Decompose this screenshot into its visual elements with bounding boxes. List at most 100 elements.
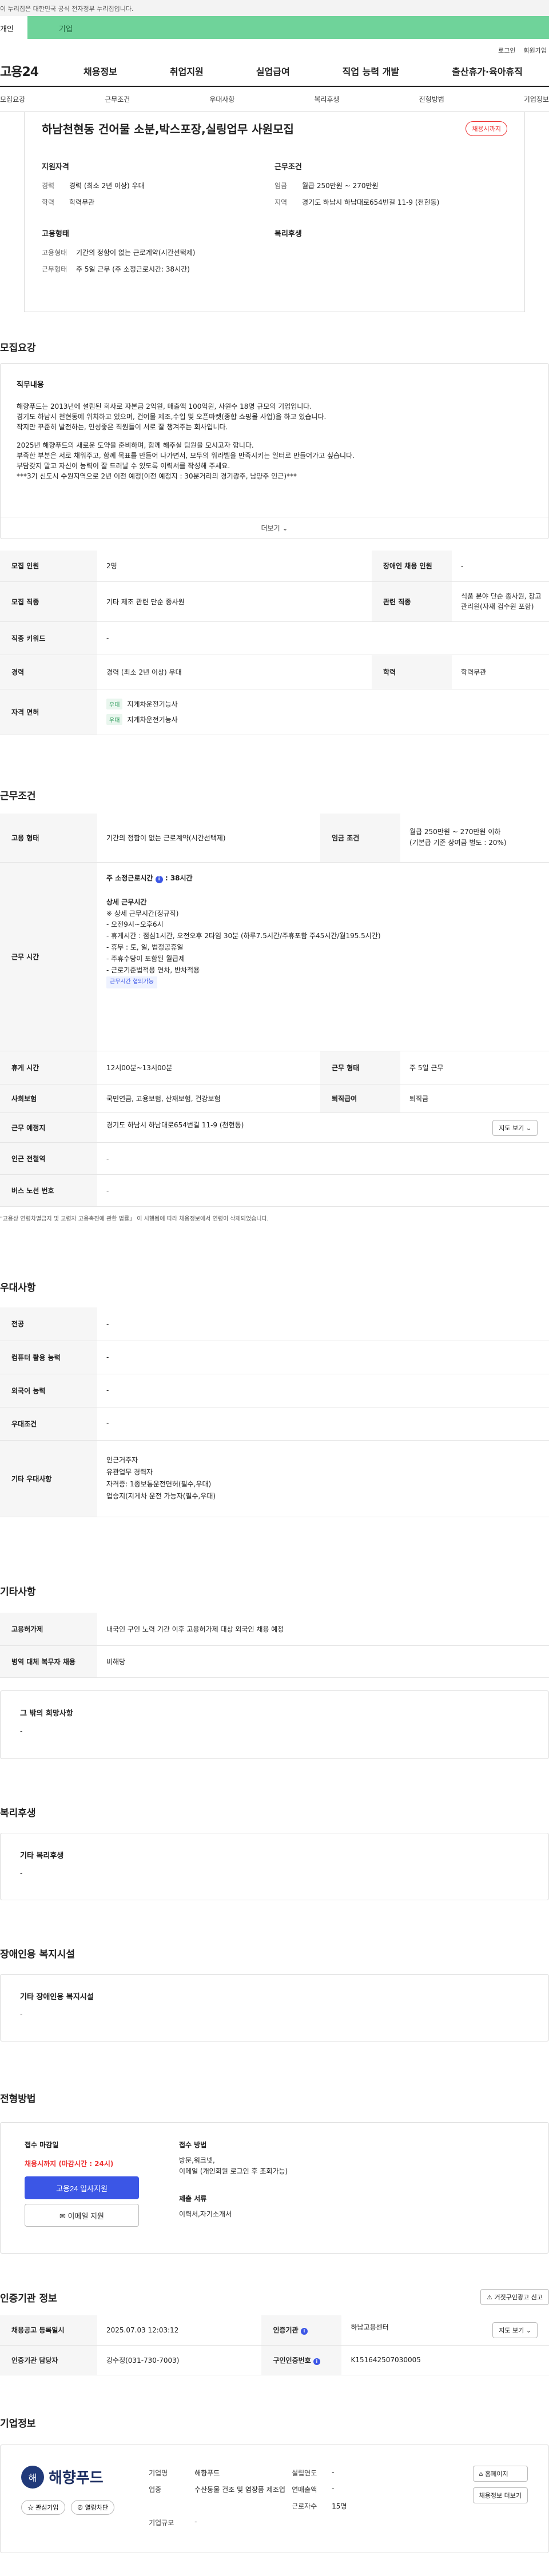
place-value: 경기도 하남시 하남대로654번길 11-9 (천현동): [106, 1120, 244, 1129]
deadline-badge: 채용시까지: [466, 121, 507, 136]
signup-link[interactable]: 회원가입: [524, 46, 547, 56]
deadline-label: 접수 마감일: [25, 2141, 59, 2149]
docs-label: 제출 서류: [179, 2194, 207, 2203]
etc-pref-line: 유관업무 경력자: [106, 1468, 153, 1476]
job-keyword-label: 직종 키워드: [0, 621, 97, 655]
area-value: 경기도 하남시 하남대로654번길 11-9 (천현동): [302, 198, 440, 206]
apply-box: 접수 마감일 채용시까지 (마감시간 : 24시) 고용24 입사지원 ✉ 이메…: [0, 2122, 549, 2254]
job-title: 하남천현동 건어물 소분,박스포장,실링업무 사원모집: [42, 122, 294, 136]
map-button[interactable]: 지도 보기 ⌄: [492, 1119, 538, 1136]
detail-hours-line: - 휴게시간 : 점심1시간, 오전오후 2타임 30분 (하루7.5시간/주휴…: [106, 932, 381, 940]
emptype-value: 기간의 정함이 없는 근로계약(시간선택제): [76, 249, 196, 257]
wish-heading: 그 밖의 희망사항: [20, 1709, 73, 1718]
nav-employment-support[interactable]: 취업지원: [170, 64, 204, 78]
military-value: 비해당: [97, 1645, 549, 1678]
anchor-recruit[interactable]: 모집요강: [0, 94, 25, 104]
wage-note: (기본급 기준 상여금 별도 : 20%): [409, 839, 507, 847]
login-link[interactable]: 로그인: [498, 46, 515, 56]
wish-value: -: [20, 1727, 23, 1735]
anchor-company[interactable]: 기업정보: [524, 94, 549, 104]
eps-label: 고용허가제: [0, 1612, 97, 1646]
place-label: 근무 예정지: [0, 1112, 97, 1143]
homepage-button[interactable]: ⌂ 홈페이지: [472, 2465, 528, 2482]
agency-map-button[interactable]: 지도 보기 ⌄: [492, 2322, 538, 2338]
info-icon[interactable]: i: [300, 2328, 308, 2335]
block-view-button[interactable]: ⊘ 열람차단: [70, 2499, 115, 2515]
related-job-value: 식품 분야 단순 종사원, 창고 관리원(자재 검수원 포함): [452, 581, 549, 622]
employment-heading: 고용형태: [42, 230, 69, 238]
other-section-title: 기타사항: [0, 1586, 36, 1598]
job-type-label: 모집 직종: [0, 581, 97, 622]
emptype-row-label: 고용 형태: [0, 813, 97, 863]
worktype-value: 주 5일 근무 (주 소정근로시간: 38시간): [76, 265, 190, 273]
welfare-value: -: [20, 1869, 23, 1877]
job-description-line: 부담갖지 말고 자신이 능력이 잘 드러날 수 있도록 이력서를 작성해 주세요…: [17, 461, 230, 470]
emptype-label: 고용형태: [42, 249, 67, 257]
tab-company[interactable]: 기업: [27, 16, 549, 39]
major-label: 전공: [0, 1307, 97, 1341]
audience-tabs: 개인 기업: [0, 16, 549, 39]
detail-hours-line: ※ 상세 근무시간(정규직): [106, 909, 179, 918]
company-info-grid: 기업명 해향푸드 설립연도 - 업종 수산동물 건조 및 염장품 제조업 연매출액 - …: [149, 2468, 417, 2527]
nav-training[interactable]: 직업 능력 개발: [343, 64, 399, 78]
break-label: 휴게 시간: [0, 1051, 97, 1084]
welfare-section-title: 복리후생: [0, 1808, 36, 1819]
break-value: 12시00분~13시00분: [97, 1051, 320, 1084]
anchor-pref[interactable]: 우대사항: [209, 94, 234, 104]
company-name-label: 기업명: [149, 2469, 168, 2477]
more-jobs-button[interactable]: 채용정보 더보기: [472, 2487, 528, 2503]
hours-row-label: 근무 시간: [0, 862, 97, 1051]
brand-logo[interactable]: 고용24: [0, 62, 57, 80]
cert-no-label: 구인인증번호 i: [261, 2345, 342, 2375]
nav-unemployment[interactable]: 실업급여: [256, 64, 290, 78]
anchor-welfare[interactable]: 복리후생: [314, 94, 339, 104]
nav-jobs[interactable]: 채용정보: [83, 64, 117, 78]
table-row: 채용공고 등록일시 2025.07.03 12:03:12 인증기관 i 하남고…: [0, 2315, 549, 2346]
more-button[interactable]: 더보기 ⌄: [1, 517, 548, 539]
major-value: -: [97, 1307, 549, 1341]
cert-tag: 우대: [106, 699, 123, 709]
cert-name: 지게차운전기능사: [127, 700, 178, 708]
career-label: 경력: [42, 182, 55, 190]
etc-pref-label: 기타 우대사항: [0, 1440, 97, 1517]
pref-table: 전공 - 컴퓨터 활용 능력 - 외국어 능력 - 우대조건 - 기타 우대사항 인근거…: [0, 1307, 549, 1517]
docs-value: 이력서,자기소개서: [179, 2210, 232, 2218]
job-type-value: 기타 제조 관련 단순 종사원: [97, 581, 372, 622]
bus-value: -: [97, 1174, 549, 1207]
detail-hours-line: - 휴무 : 토, 일, 법정공휴일: [106, 943, 184, 951]
military-label: 병역 대체 복무자 채용: [0, 1645, 97, 1678]
summary-card: 하남천현동 건어물 소분,박스포장,실링업무 사원모집 채용시까지 지원자격 경…: [24, 112, 525, 312]
disabled-count-value: -: [452, 551, 549, 582]
table-row: 자격 면허 우대 지게차운전기능사 우대 지게차운전기능사: [0, 689, 549, 735]
apply-button[interactable]: 고용24 입사지원: [25, 2176, 139, 2199]
chevron-down-icon: ⌄: [282, 524, 288, 532]
anchor-apply[interactable]: 전형방법: [419, 94, 444, 104]
anchor-work[interactable]: 근무조건: [105, 94, 130, 104]
reg-date-value: 2025.07.03 12:03:12: [97, 2315, 262, 2346]
interest-company-button[interactable]: ☆ 관심기업: [21, 2499, 65, 2515]
nav-leave[interactable]: 출산휴가·육아휴직: [452, 64, 523, 78]
info-icon[interactable]: i: [155, 876, 163, 883]
report-false-ad-button[interactable]: ⚠ 거짓구인광고 신고: [480, 2289, 549, 2305]
company-size-label: 기업규모: [149, 2518, 174, 2527]
table-row: 휴게 시간 12시00분~13시00분 근무 형태 주 5일 근무: [0, 1051, 549, 1084]
etc-pref-line: 업승지(지게차 운전 가능자(필수,우대): [106, 1492, 216, 1500]
job-description-line: 부족한 부분은 서로 채워주고, 함께 목표를 만들어 나가면서, 모두의 워라…: [17, 451, 355, 460]
email-apply-button[interactable]: ✉ 이메일 지원: [25, 2204, 139, 2227]
severance-value: 퇴직금: [400, 1084, 549, 1113]
tab-personal[interactable]: 개인: [0, 16, 27, 39]
edu-row-label: 학력: [372, 655, 452, 689]
chevron-down-icon: ⌄: [526, 2326, 531, 2334]
table-row: 전공 -: [0, 1307, 549, 1341]
table-row: 모집 직종 기타 제조 관련 단순 종사원 관련 직종 식품 분야 단순 종사원…: [0, 581, 549, 622]
conditions-heading: 근무조건: [274, 163, 302, 172]
section-anchor-nav: 모집요강 근무조건 우대사항 복리후생 전형방법 기업정보: [0, 87, 549, 112]
company-section-title: 기업정보: [0, 2418, 36, 2430]
detail-hours-line: - 주휴수당이 포함된 월급제: [106, 954, 185, 963]
chevron-down-icon: ⌄: [526, 1124, 531, 1132]
pc-label: 컴퓨터 활용 능력: [0, 1341, 97, 1374]
job-keyword-value: -: [97, 621, 549, 655]
flex-hours-tag: 근무시간 협의가능: [106, 976, 157, 988]
edu-row-value: 학력무관: [452, 655, 549, 689]
info-icon[interactable]: i: [313, 2358, 320, 2365]
